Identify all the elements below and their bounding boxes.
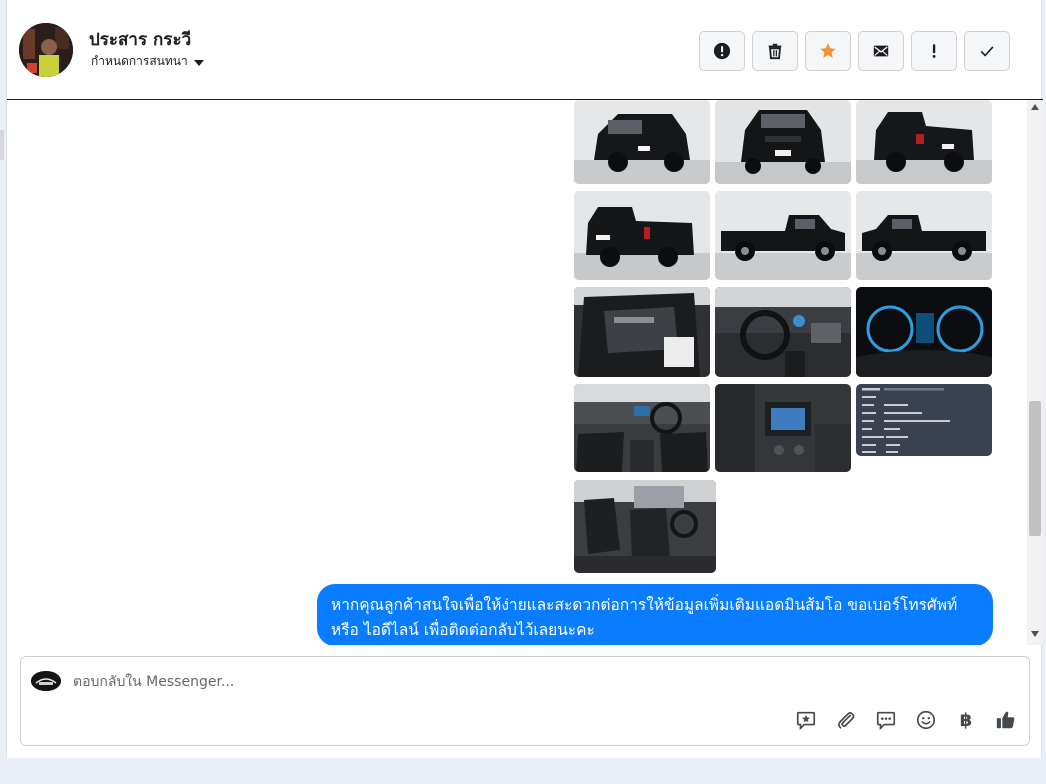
emoji-button[interactable] xyxy=(913,707,939,733)
mark-done-button[interactable] xyxy=(964,31,1010,71)
report-button[interactable] xyxy=(699,31,745,71)
star-icon xyxy=(820,43,836,58)
composer-tools: ฿ xyxy=(793,707,1019,733)
gallery-image[interactable] xyxy=(856,191,992,280)
star-button[interactable] xyxy=(805,31,851,71)
like-button[interactable] xyxy=(993,707,1019,733)
gallery-image[interactable] xyxy=(574,287,710,377)
page-avatar xyxy=(31,671,61,691)
delete-button[interactable] xyxy=(752,31,798,71)
follow-up-button[interactable] xyxy=(911,31,957,71)
message-text: หากคุณลูกค้าสนใจเพื่อให้ง่ายและสะดวกต่อก… xyxy=(331,596,958,639)
chat-bubble-icon xyxy=(876,711,896,731)
gallery-image[interactable] xyxy=(715,384,851,472)
gallery-image[interactable] xyxy=(715,100,851,184)
scroll-up-arrow-icon[interactable] xyxy=(1031,104,1039,110)
contact-name: ประสาร กระวี xyxy=(89,30,192,50)
gallery-image[interactable] xyxy=(856,384,992,456)
conversation-header: ประสาร กระวี กำหนดการสนทนา xyxy=(7,0,1043,100)
gallery-image[interactable] xyxy=(715,287,851,377)
scroll-down-arrow-icon[interactable] xyxy=(1031,631,1039,637)
chat-reply-button[interactable] xyxy=(873,707,899,733)
exclamation-icon xyxy=(932,44,936,58)
gallery-image[interactable] xyxy=(715,191,851,280)
scrollbar-thumb[interactable] xyxy=(1029,401,1041,536)
gallery-image[interactable] xyxy=(574,384,710,472)
caret-down-icon xyxy=(193,59,204,66)
mark-unread-button[interactable] xyxy=(858,31,904,71)
payment-button[interactable]: ฿ xyxy=(953,707,979,733)
gallery-image[interactable] xyxy=(856,100,992,184)
attachment-icon xyxy=(838,712,855,729)
reply-composer: ฿ xyxy=(20,656,1030,746)
conversation-panel: ประสาร กระวี กำหนดการสนทนา หากคุณลูกค้าส… xyxy=(6,0,1043,758)
baht-icon: ฿ xyxy=(959,709,973,731)
saved-reply-icon xyxy=(796,711,816,731)
contact-avatar[interactable] xyxy=(19,23,73,77)
check-icon xyxy=(980,46,994,57)
assign-label: กำหนดการสนทนา xyxy=(91,54,188,68)
like-icon xyxy=(996,711,1015,729)
message-list[interactable]: หากคุณลูกค้าสนใจเพื่อให้ง่ายและสะดวกต่อก… xyxy=(7,100,1027,645)
outgoing-message-bubble[interactable]: หากคุณลูกค้าสนใจเพื่อให้ง่ายและสะดวกต่อก… xyxy=(317,584,993,645)
gallery-image[interactable] xyxy=(574,191,710,280)
attach-file-button[interactable] xyxy=(833,707,859,733)
envelope-icon xyxy=(873,45,889,57)
emoji-icon xyxy=(916,710,936,730)
saved-reply-button[interactable] xyxy=(793,707,819,733)
trash-icon xyxy=(768,43,782,60)
assign-conversation-dropdown[interactable]: กำหนดการสนทนา xyxy=(91,52,204,71)
gallery-image[interactable] xyxy=(574,100,710,184)
header-actions xyxy=(699,31,1010,71)
left-edge-marker xyxy=(0,130,4,160)
gallery-image[interactable] xyxy=(856,287,992,377)
reply-input[interactable] xyxy=(73,669,773,695)
exclamation-circle-icon xyxy=(713,42,731,60)
message-scrollbar[interactable] xyxy=(1027,100,1043,645)
gallery-image[interactable] xyxy=(574,480,716,573)
